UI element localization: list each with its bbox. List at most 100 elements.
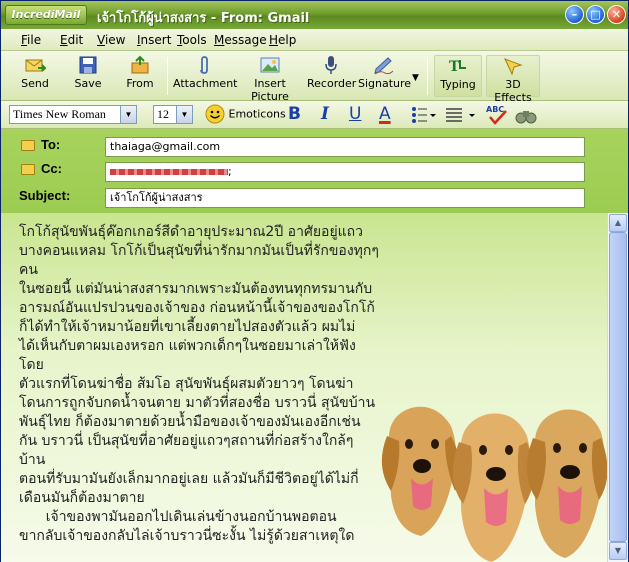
body-line: ตอนที่รับมามันยังเล็กมากอยู่เลย แล้วมันก… [19, 471, 359, 487]
window-title: เจ้าโกโก้ผู้น่าสงสาร - From: Gmail [97, 11, 310, 26]
signature-button[interactable]: Signature [358, 55, 412, 97]
menu-edit-label: dit [67, 33, 84, 47]
menu-tools[interactable]: Tools [177, 33, 207, 47]
vertical-scrollbar[interactable]: ▲ ▼ [607, 213, 628, 562]
paperclip-icon [200, 56, 208, 74]
insert-picture-button[interactable]: Insert Picture [237, 55, 303, 103]
subject-label: Subject: [19, 188, 71, 203]
title-bar[interactable]: IncrediMail เจ้าโกโก้ผู้น่าสงสาร - From:… [1, 1, 628, 29]
contact-card-icon[interactable] [21, 140, 35, 151]
scroll-up-button[interactable]: ▲ [609, 214, 627, 232]
to-field[interactable]: thaiaga@gmail.com [105, 137, 585, 157]
menu-view[interactable]: View [97, 33, 125, 47]
chevron-down-icon: ▼ [120, 106, 136, 123]
emoticons-label: Emoticons [228, 107, 286, 121]
spellcheck-icon: ABC [486, 105, 507, 125]
body-line: ในซอยนี้ แต่มันน่าสงสารมากเพราะมันต้องทน… [19, 281, 373, 297]
body-line: โดย [19, 357, 44, 373]
save-button[interactable]: Save [67, 55, 109, 97]
from-label: From [126, 77, 154, 90]
message-body[interactable]: โกโก้สุนัขพันธุ์ค๊อกเกอร์สีดำอายุประมาณ2… [1, 213, 607, 562]
signature-dropdown-icon[interactable]: ▼ [412, 73, 419, 83]
chevron-down-icon: ▼ [176, 106, 192, 123]
3d-effects-button[interactable]: 3D Effects [486, 55, 540, 104]
maximize-button[interactable]: □ [586, 5, 605, 24]
menu-message[interactable]: Message [214, 33, 267, 47]
attachment-label: Attachment [173, 77, 238, 90]
emoticons-button[interactable]: Emoticons [205, 104, 286, 126]
save-icon [79, 56, 97, 74]
message-body-text[interactable]: โกโก้สุนัขพันธุ์ค๊อกเกอร์สีดำอายุประมาณ2… [19, 223, 439, 546]
insert-picture-label: Insert Picture [251, 77, 289, 103]
recorder-button[interactable]: Recorder [307, 55, 356, 97]
minimize-button[interactable]: – [565, 5, 584, 24]
font-select[interactable]: Times New Roman ▼ [9, 105, 137, 124]
cc-redacted-address [110, 169, 228, 175]
menu-view-label: iew [104, 33, 126, 47]
italic-button[interactable]: I [321, 104, 329, 124]
from-icon [131, 55, 149, 74]
body-line: กัน บราวนี่ เป็นสุนัขที่อาศัยอยู่แถวๆสถา… [19, 433, 354, 449]
menu-file-label: ile [27, 33, 42, 47]
golden-retriever-puppies-image [381, 406, 607, 562]
underline-button[interactable]: U [349, 104, 361, 124]
menu-insert[interactable]: Insert [137, 33, 171, 47]
body-line: ขากลับเจ้าของกลับไล่เจ้าบราวนี่ซะงั้น ไม… [19, 528, 355, 544]
scroll-down-button[interactable]: ▼ [609, 542, 627, 560]
menu-message-accel: M [214, 33, 225, 47]
align-justify-icon [446, 108, 475, 122]
bold-button[interactable]: B [288, 104, 301, 124]
body-line: พันธุ์ไทย ก็ต้องมาตายด้วยน้ำมือของเจ้าขอ… [19, 414, 361, 430]
app-logo: IncrediMail [5, 5, 87, 25]
typing-button[interactable]: T Typing [434, 55, 482, 97]
font-color-button[interactable]: A [379, 104, 391, 124]
spellcheck-button[interactable]: ABC [485, 103, 509, 130]
menu-help-accel: H [269, 33, 279, 47]
signature-icon [374, 57, 394, 75]
bullets-button[interactable] [411, 106, 437, 127]
body-line: อารมณ์อันแปรปวนของเจ้าของ ก่อนหน้านี้เจ้… [19, 300, 375, 316]
bullet-list-icon [412, 107, 436, 123]
body-line: เดือนมันก็ต้องมาตาย [19, 490, 145, 506]
body-line: บางคอนแหลม โกโก้เป็นสุนัขที่น่ารักมากมัน… [19, 243, 379, 259]
save-label: Save [74, 77, 102, 90]
signature-label: Signature [358, 77, 412, 90]
font-select-value: Times New Roman [13, 107, 106, 121]
effects-icon [504, 58, 523, 76]
scrollbar-thumb[interactable] [609, 232, 627, 542]
body-line: คน [19, 262, 38, 278]
align-button[interactable] [445, 106, 479, 127]
menu-insert-label: nsert [140, 33, 172, 47]
body-line: ตัวแรกที่โดนฆ่าชื่อ ส้มโอ สุนัขพันธุ์ผสม… [19, 376, 354, 392]
body-line: โกโก้สุนัขพันธุ์ค๊อกเกอร์สีดำอายุประมาณ2… [19, 224, 364, 240]
menu-file[interactable]: File [21, 33, 41, 47]
typing-label: Typing [440, 78, 476, 91]
menu-edit-accel: E [60, 33, 68, 47]
menu-tools-label: ools [182, 33, 207, 47]
main-toolbar: Send Save From Attachment Insert Picture… [1, 51, 628, 104]
typing-icon: T [449, 59, 466, 75]
menu-edit[interactable]: Edit [60, 33, 83, 47]
font-size-select[interactable]: 12 ▼ [153, 105, 193, 124]
attachment-button[interactable]: Attachment [173, 55, 238, 97]
body-line: เจ้าของพามันออกไปเดินเล่นข้างนอกบ้านพอตอ… [19, 509, 337, 525]
send-icon [25, 59, 46, 72]
subject-field[interactable]: เจ้าโกโก้ผู้น่าสงสาร [105, 188, 585, 208]
binoculars-button[interactable] [515, 105, 537, 128]
menu-view-accel: V [97, 33, 105, 47]
svg-text:ABC: ABC [486, 105, 504, 114]
menu-message-label: essage [224, 33, 267, 47]
send-button[interactable]: Send [13, 55, 57, 97]
from-button[interactable]: From [119, 55, 161, 97]
cc-field[interactable]: ; [105, 162, 585, 182]
body-line: ได้เห็นกับตาผมเองหรอก แต่พวกเด็กๆในซอยมา… [19, 338, 356, 354]
cc-value: ; [228, 165, 232, 178]
compose-window: IncrediMail เจ้าโกโก้ผู้น่าสงสาร - From:… [0, 0, 629, 562]
binoculars-icon [515, 111, 537, 124]
toolbar-separator [167, 57, 168, 95]
toolbar-separator [427, 57, 428, 95]
close-button[interactable]: ✕ [607, 5, 626, 24]
to-label: To: [41, 137, 61, 152]
contact-card-icon[interactable] [21, 164, 35, 175]
menu-help[interactable]: Help [269, 33, 296, 47]
